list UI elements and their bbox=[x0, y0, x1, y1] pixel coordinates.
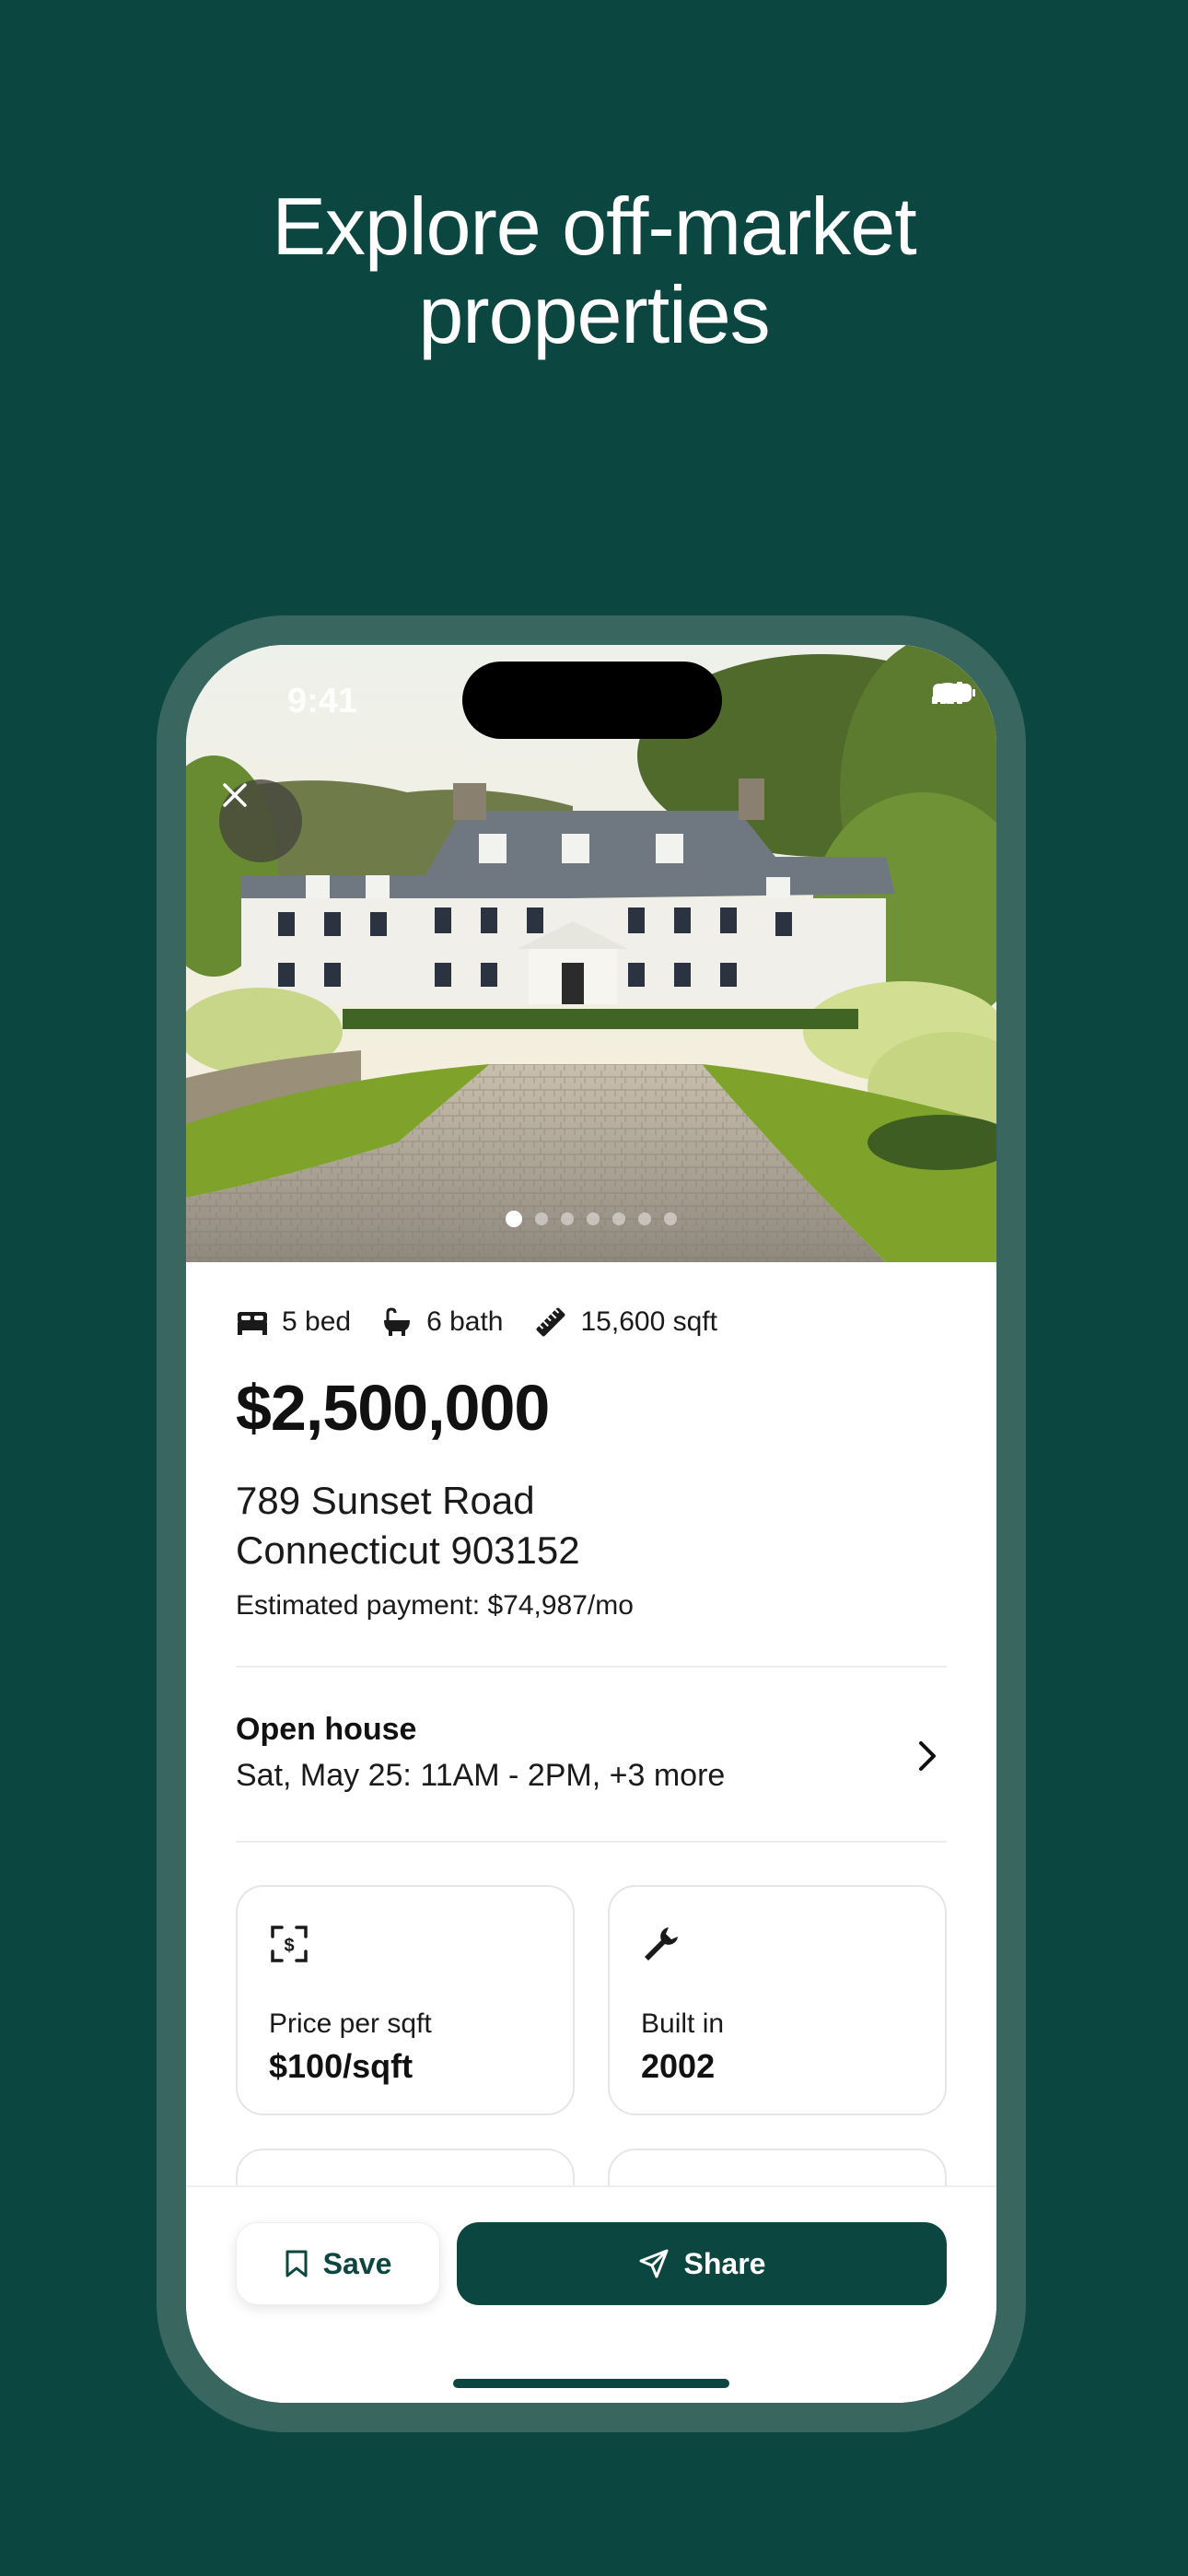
gallery-dot[interactable] bbox=[664, 1212, 677, 1225]
address-line2: Connecticut 903152 bbox=[236, 1528, 580, 1572]
wrench-icon bbox=[645, 1927, 678, 1961]
headline-line1: Explore off-market bbox=[272, 181, 916, 272]
share-button[interactable]: Share bbox=[457, 2222, 947, 2305]
close-icon bbox=[223, 783, 247, 807]
headline: Explore off-market properties bbox=[0, 182, 1188, 359]
card-value: 2002 bbox=[641, 2047, 716, 2085]
action-bar: Save Share bbox=[186, 2185, 996, 2403]
save-button[interactable]: Save bbox=[236, 2222, 440, 2305]
battery-icon bbox=[933, 684, 975, 702]
spec-bathrooms: 6 bath bbox=[380, 1306, 504, 1338]
address-line1: 789 Sunset Road bbox=[236, 1479, 535, 1522]
gallery-dot[interactable] bbox=[561, 1212, 574, 1225]
send-icon bbox=[639, 2249, 669, 2278]
bookmark-icon bbox=[285, 2250, 308, 2277]
spec-bedrooms-label: 5 bed bbox=[282, 1306, 352, 1337]
spec-area-label: 15,600 sqft bbox=[580, 1306, 717, 1337]
card-label: Built in bbox=[641, 2008, 725, 2039]
property-photo-gallery[interactable]: 9:41 bbox=[186, 645, 996, 1262]
listing-address: 789 Sunset Road Connecticut 903152 bbox=[236, 1476, 580, 1575]
home-indicator bbox=[453, 2379, 729, 2388]
spec-bathrooms-label: 6 bath bbox=[426, 1306, 504, 1337]
bathtub-icon bbox=[384, 1307, 411, 1336]
spec-area: 15,600 sqft bbox=[533, 1305, 717, 1340]
share-button-label: Share bbox=[683, 2246, 766, 2280]
gallery-dot[interactable] bbox=[506, 1211, 522, 1227]
save-button-label: Save bbox=[322, 2246, 392, 2280]
spec-bedrooms: 5 bed bbox=[236, 1306, 351, 1338]
svg-text:$: $ bbox=[284, 1936, 294, 1956]
price-per-sqft-card: $ Price per sqft $100/sqft bbox=[236, 1885, 575, 2115]
ruler-icon bbox=[536, 1307, 565, 1337]
close-button[interactable] bbox=[219, 779, 302, 862]
headline-line2: properties bbox=[418, 269, 770, 360]
dynamic-island bbox=[462, 662, 722, 739]
gallery-dot[interactable] bbox=[612, 1212, 625, 1225]
property-specs: 5 bed 6 bath 15,600 sqft bbox=[236, 1305, 747, 1340]
gallery-dot[interactable] bbox=[587, 1212, 600, 1225]
card-label: Price per sqft bbox=[269, 2008, 432, 2039]
card-value: $100/sqft bbox=[269, 2047, 413, 2085]
status-bar: 9:41 bbox=[186, 645, 996, 755]
estimated-payment: Estimated payment: $74,987/mo bbox=[236, 1590, 634, 1621]
listing-price: $2,500,000 bbox=[236, 1372, 550, 1444]
open-house-title: Open house bbox=[236, 1712, 417, 1747]
divider bbox=[236, 1841, 947, 1843]
built-in-card: Built in 2002 bbox=[608, 1885, 947, 2115]
chevron-right-icon bbox=[919, 1741, 936, 1771]
phone-screen: 9:41 5 bed 6 bath 15,600 sqft $2,500,000… bbox=[186, 645, 996, 2403]
open-house-schedule: Sat, May 25: 11AM - 2PM, +3 more bbox=[236, 1758, 726, 1793]
gallery-dot[interactable] bbox=[638, 1212, 651, 1225]
open-house-row[interactable]: Open house Sat, May 25: 11AM - 2PM, +3 m… bbox=[236, 1712, 947, 1822]
bed-icon bbox=[238, 1312, 267, 1335]
divider bbox=[236, 1666, 947, 1668]
status-time: 9:41 bbox=[287, 682, 358, 720]
dollar-scan-icon: $ bbox=[271, 1926, 308, 1962]
gallery-pagination bbox=[186, 1211, 996, 1227]
gallery-dot[interactable] bbox=[535, 1212, 548, 1225]
